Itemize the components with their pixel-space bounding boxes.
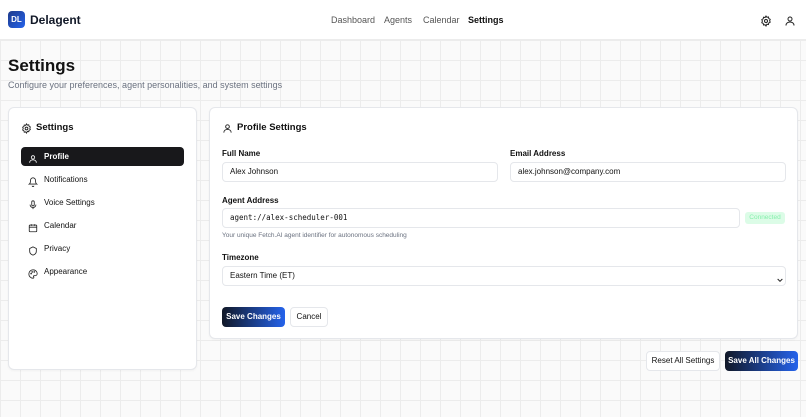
shield-icon — [28, 243, 38, 256]
gear-icon — [21, 121, 32, 134]
user-icon — [222, 121, 233, 133]
nav-agents[interactable]: Agents — [384, 15, 412, 25]
sidebar-item-voice-settings[interactable]: Voice Settings — [21, 193, 184, 212]
cancel-button[interactable]: Cancel — [290, 307, 328, 327]
page-subtitle: Configure your preferences, agent person… — [8, 80, 283, 90]
profile-settings-title: Profile Settings — [237, 122, 307, 133]
user-icon — [28, 151, 38, 163]
sidebar-item-label: Appearance — [44, 267, 88, 276]
palette-icon — [28, 266, 38, 279]
microphone-icon — [28, 197, 38, 210]
nav-calendar[interactable]: Calendar — [423, 15, 460, 25]
calendar-icon — [28, 220, 38, 233]
timezone-label: Timezone — [222, 253, 259, 262]
user-icon[interactable] — [784, 14, 796, 26]
nav-dashboard[interactable]: Dashboard — [331, 15, 375, 25]
full-name-label: Full Name — [222, 149, 261, 158]
app-name[interactable]: Delagent — [30, 13, 81, 27]
sidebar-item-label: Calendar — [44, 221, 77, 230]
sidebar-title: Settings — [36, 122, 74, 133]
save-all-changes-button[interactable]: Save All Changes — [725, 351, 798, 371]
reset-all-settings-button[interactable]: Reset All Settings — [646, 351, 720, 371]
sidebar-item-label: Privacy — [44, 244, 71, 253]
sidebar-item-label: Voice Settings — [44, 198, 95, 207]
sidebar-item-calendar[interactable]: Calendar — [21, 216, 184, 235]
status-badge: Connected — [745, 212, 785, 224]
bell-icon — [27, 174, 39, 187]
nav-settings[interactable]: Settings — [468, 15, 504, 25]
sidebar-item-appearance[interactable]: Appearance — [21, 262, 184, 281]
sidebar-item-privacy[interactable]: Privacy — [21, 239, 184, 258]
agent-address-hint: Your unique Fetch.AI agent identifier fo… — [222, 232, 407, 239]
agent-address-label: Agent Address — [222, 196, 279, 205]
full-name-input[interactable]: Alex Johnson — [222, 162, 498, 182]
logo-badge[interactable]: DL — [8, 11, 25, 28]
sidebar-item-label: Notifications — [44, 175, 88, 184]
save-changes-button[interactable]: Save Changes — [222, 307, 285, 327]
sidebar-item-notifications[interactable]: Notifications — [21, 170, 184, 189]
agent-address-input[interactable]: agent://alex-scheduler-001 — [222, 208, 740, 228]
email-input[interactable]: alex.johnson@company.com — [510, 162, 786, 182]
gear-icon[interactable] — [760, 14, 772, 27]
page-title: Settings — [8, 56, 76, 75]
top-navigation-bar: DL Delagent Dashboard Agents Calendar Se… — [0, 0, 806, 40]
email-label: Email Address — [510, 149, 566, 158]
sidebar-item-label: Profile — [44, 152, 69, 161]
chevron-down-icon[interactable] — [776, 271, 784, 283]
sidebar-item-profile[interactable]: Profile — [21, 147, 184, 166]
timezone-select[interactable]: Eastern Time (ET) — [222, 266, 786, 286]
